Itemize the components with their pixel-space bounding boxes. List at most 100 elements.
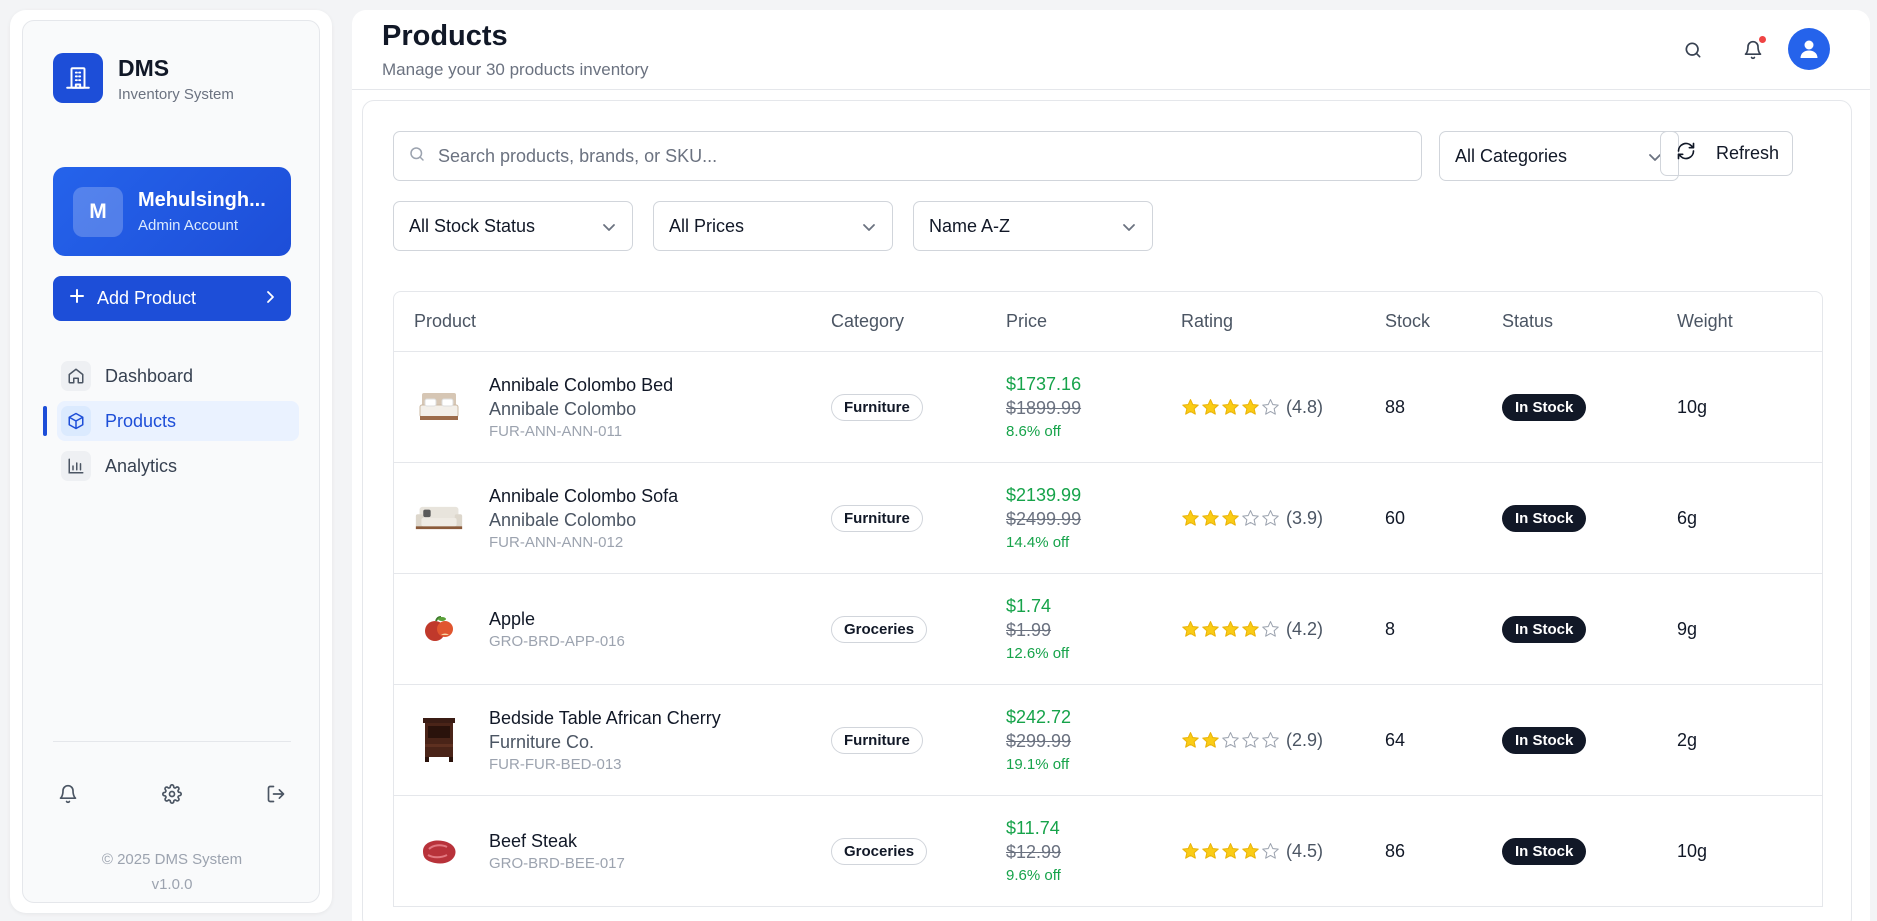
column-header-price[interactable]: Price — [1006, 311, 1181, 332]
apple-icon — [414, 604, 464, 654]
search-icon — [408, 145, 426, 168]
star-empty-icon — [1262, 398, 1279, 415]
user-card[interactable]: M Mehulsingh... Admin Account — [53, 167, 291, 256]
price-discount: 8.6% off — [1006, 423, 1061, 440]
product-brand: Annibale Colombo — [489, 509, 637, 530]
notification-dot — [1758, 35, 1767, 44]
price-select-value: All Prices — [669, 215, 745, 236]
product-name: Beef Steak — [489, 830, 578, 851]
price-current: $11.74 — [1006, 818, 1060, 838]
stock-status-select[interactable]: All Stock Status — [393, 201, 633, 251]
category-badge: Furniture — [831, 504, 923, 532]
gear-icon[interactable] — [161, 783, 183, 805]
table-row[interactable]: Annibale Colombo Bed Annibale Colombo FU… — [394, 352, 1822, 463]
product-brand: Furniture Co. — [489, 731, 595, 752]
bell-icon[interactable] — [1741, 35, 1767, 62]
sidebar-item-dashboard[interactable]: Dashboard — [57, 356, 299, 396]
price-discount: 12.6% off — [1006, 645, 1070, 662]
weight-value: 6g — [1677, 507, 1698, 528]
search-icon[interactable] — [1681, 38, 1705, 62]
star-rating: (4.5) — [1181, 841, 1385, 862]
star-filled-icon — [1202, 398, 1219, 415]
add-product-button[interactable]: Add Product — [53, 276, 291, 321]
product-brand: Annibale Colombo — [489, 398, 637, 419]
column-header-category[interactable]: Category — [831, 311, 1006, 332]
star-filled-icon — [1202, 731, 1219, 748]
star-filled-icon — [1202, 509, 1219, 526]
status-badge: In Stock — [1502, 837, 1587, 865]
box-icon — [61, 406, 91, 436]
rating-value: (2.9) — [1286, 729, 1324, 750]
column-header-product[interactable]: Product — [394, 311, 831, 332]
bed-icon — [414, 382, 464, 432]
product-name: Apple — [489, 608, 536, 629]
price-original: $299.99 — [1006, 731, 1072, 751]
product-name: Annibale Colombo Sofa — [489, 485, 679, 506]
star-filled-icon — [1182, 731, 1199, 748]
category-badge: Groceries — [831, 837, 928, 865]
user-avatar-icon[interactable] — [1788, 28, 1830, 70]
table-row[interactable]: Bedside Table African Cherry Furniture C… — [394, 685, 1822, 796]
table-row[interactable]: Apple GRO-BRD-APP-016 Groceries $1.74 $1… — [394, 574, 1822, 685]
user-name: Mehulsingh... — [138, 189, 266, 211]
price-original: $2499.99 — [1006, 509, 1082, 529]
copyright: © 2025 DMS System v1.0.0 — [23, 847, 321, 897]
price-select[interactable]: All Prices — [653, 201, 893, 251]
sidebar-nav: Dashboard Products Analytics — [43, 356, 299, 491]
chevron-right-icon — [265, 288, 275, 309]
column-header-weight[interactable]: Weight — [1677, 311, 1822, 332]
category-badge: Furniture — [831, 726, 923, 754]
column-header-status[interactable]: Status — [1502, 311, 1677, 332]
sidebar-item-label: Products — [105, 410, 177, 431]
rating-value: (3.9) — [1286, 507, 1324, 528]
weight-value: 2g — [1677, 729, 1698, 750]
price-discount: 19.1% off — [1006, 756, 1070, 773]
price-current: $1.74 — [1006, 596, 1052, 616]
star-filled-icon — [1202, 620, 1219, 637]
star-filled-icon — [1202, 842, 1219, 859]
star-empty-icon — [1262, 509, 1279, 526]
chevron-down-icon — [602, 216, 616, 237]
sidebar-container: DMS Inventory System M Mehulsingh... Adm… — [10, 10, 332, 913]
table-row[interactable]: Annibale Colombo Sofa Annibale Colombo F… — [394, 463, 1822, 574]
star-filled-icon — [1222, 842, 1239, 859]
sofa-icon — [414, 493, 464, 543]
column-header-stock[interactable]: Stock — [1385, 311, 1502, 332]
product-sku: GRO-BRD-APP-016 — [489, 632, 625, 650]
table-row[interactable]: Beef Steak GRO-BRD-BEE-017 Groceries $11… — [394, 796, 1822, 907]
sidebar: DMS Inventory System M Mehulsingh... Adm… — [22, 20, 320, 903]
star-filled-icon — [1222, 398, 1239, 415]
star-rating: (4.8) — [1181, 397, 1385, 418]
price-original: $12.99 — [1006, 842, 1062, 862]
product-sku: FUR-ANN-ANN-011 — [489, 422, 623, 440]
logout-icon[interactable] — [265, 783, 287, 805]
bell-icon[interactable] — [57, 783, 79, 805]
product-sku: FUR-FUR-BED-013 — [489, 755, 622, 773]
star-filled-icon — [1182, 842, 1199, 859]
price-discount: 14.4% off — [1006, 534, 1070, 551]
price-current: $1737.16 — [1006, 374, 1082, 394]
price-original: $1899.99 — [1006, 398, 1082, 418]
stock-value: 86 — [1385, 840, 1406, 861]
sidebar-item-products[interactable]: Products — [43, 401, 299, 441]
table-header: Product Category Price Rating Stock Stat… — [394, 292, 1822, 352]
search-input[interactable] — [438, 145, 1338, 167]
weight-value: 10g — [1677, 840, 1708, 861]
column-header-rating[interactable]: Rating — [1181, 311, 1385, 332]
weight-value: 10g — [1677, 396, 1708, 417]
products-panel: All Categories Refresh All Stock Status … — [362, 100, 1852, 921]
search-box[interactable] — [393, 131, 1422, 181]
refresh-button[interactable]: Refresh — [1660, 131, 1793, 176]
chevron-down-icon — [1122, 216, 1136, 237]
page-header: Products Manage your 30 products invento… — [352, 10, 1870, 90]
category-select[interactable]: All Categories — [1439, 131, 1679, 181]
sidebar-item-analytics[interactable]: Analytics — [57, 446, 299, 486]
rating-value: (4.5) — [1286, 840, 1324, 861]
stock-status-value: All Stock Status — [409, 215, 536, 236]
brand-subtitle: Inventory System — [118, 85, 234, 103]
copyright-text: © 2025 DMS System — [101, 851, 243, 868]
sort-select[interactable]: Name A-Z — [913, 201, 1153, 251]
rating-value: (4.8) — [1286, 396, 1324, 417]
star-rating: (3.9) — [1181, 508, 1385, 529]
star-filled-icon — [1242, 842, 1259, 859]
